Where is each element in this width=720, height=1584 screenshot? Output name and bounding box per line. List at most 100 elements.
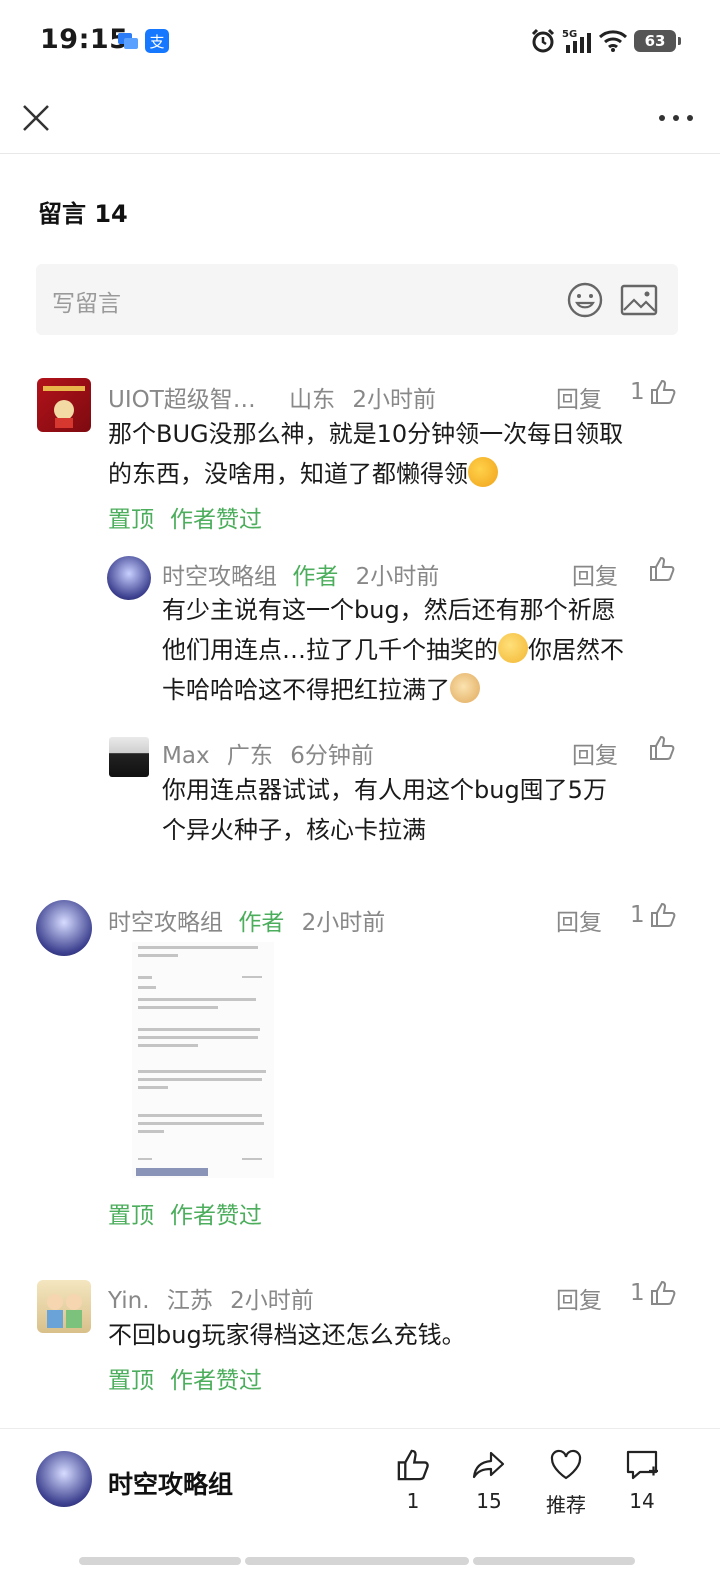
battery-icon: 63 <box>634 30 681 52</box>
account-name[interactable]: 时空攻略组 <box>108 1465 233 1501</box>
close-button[interactable] <box>18 100 54 136</box>
reply-text: 有少主说有这一个bug，然后还有那个祈愿 他们用连点…拉了几千个抽奖的 你居然不 … <box>162 590 692 710</box>
reply-button[interactable]: 回复 <box>572 557 618 591</box>
like-count: 1 <box>630 379 645 405</box>
avatar[interactable] <box>37 378 91 432</box>
signal-5g-icon: 5G <box>562 29 591 53</box>
message-app-icon <box>116 29 140 53</box>
home-indicator-left[interactable] <box>79 1557 241 1565</box>
pinned-tag: 置顶 <box>108 1203 154 1229</box>
reply-meta: 时空攻略组 作者 2小时前 <box>162 557 439 591</box>
home-indicator-middle[interactable] <box>245 1557 469 1565</box>
comment-username[interactable]: 时空攻略组 <box>108 910 223 936</box>
pinned-tag: 置顶 <box>108 1368 154 1394</box>
comment-text: 那个BUG没那么神，就是10分钟领一次每日领取 的东西，没啥用，知道了都懒得领 <box>108 414 688 494</box>
reply-button[interactable]: 回复 <box>556 1281 602 1315</box>
wifi-icon <box>598 30 628 52</box>
like-button[interactable] <box>648 734 676 762</box>
reply-button[interactable]: 回复 <box>556 903 602 937</box>
status-indicators: 5G 63 <box>530 26 681 56</box>
status-bar: 19:15 支 5G 63 <box>0 0 720 80</box>
image-button[interactable] <box>620 283 658 317</box>
comment-tags: 置顶 作者赞过 <box>108 1196 262 1230</box>
comment-text: 不回bug玩家得档这还怎么充钱。 <box>108 1315 688 1355</box>
heart-icon <box>550 1449 582 1480</box>
comment-tags: 置顶 作者赞过 <box>108 500 262 534</box>
share-button[interactable]: 15 <box>459 1447 519 1513</box>
comment-add-icon <box>626 1450 658 1480</box>
reply-button[interactable]: 回复 <box>572 736 618 770</box>
comment-text-line: 不回bug玩家得档这还怎么充钱。 <box>108 1321 466 1349</box>
battery-level: 63 <box>644 32 666 50</box>
like-button[interactable]: 1 <box>630 1279 677 1307</box>
comment-meta: 时空攻略组 作者 2小时前 <box>108 903 385 937</box>
avatar[interactable] <box>37 1280 91 1333</box>
reply-text-line: 你居然不 <box>528 636 624 664</box>
like-button[interactable] <box>648 555 676 583</box>
account-avatar[interactable] <box>36 1451 92 1507</box>
recommend-label: 推荐 <box>546 1493 586 1517</box>
comment-text-line: 那个BUG没那么神，就是10分钟领一次每日领取 <box>108 420 624 448</box>
author-liked-tag: 作者赞过 <box>170 1203 262 1229</box>
reply-meta: Max 广东 6分钟前 <box>162 736 374 770</box>
comment-button[interactable]: 14 <box>612 1447 672 1513</box>
alipay-icon: 支 <box>145 29 169 53</box>
emoji-icon <box>567 282 603 318</box>
share-count: 15 <box>476 1489 502 1513</box>
doge-emoji-icon <box>450 673 480 703</box>
comment-image-screenshot[interactable] <box>132 942 274 1178</box>
share-icon <box>472 1451 505 1479</box>
thumbs-up-icon <box>397 1449 429 1481</box>
reply-time: 2小时前 <box>355 564 440 590</box>
thumbs-up-icon <box>650 902 676 927</box>
like-count: 1 <box>406 1489 420 1513</box>
like-count: 1 <box>630 902 645 928</box>
emoji-button[interactable] <box>566 281 604 319</box>
reply-button[interactable]: 回复 <box>556 380 602 414</box>
reply-text-line: 你用连点器试试，有人用这个bug囤了5万 <box>162 776 607 804</box>
comment-meta: UIOT超级智… 山东 2小时前 <box>108 380 436 414</box>
reply-text-line: 卡哈哈哈这不得把红拉满了 <box>162 676 450 704</box>
comment-tags: 置顶 作者赞过 <box>108 1361 262 1395</box>
close-icon <box>23 105 49 131</box>
like-article-button[interactable]: 1 <box>383 1447 443 1513</box>
thumbs-up-icon <box>650 735 675 760</box>
avatar[interactable] <box>109 737 149 777</box>
more-button[interactable] <box>656 102 696 134</box>
author-liked-tag: 作者赞过 <box>170 507 262 533</box>
avatar[interactable] <box>36 900 92 956</box>
recommend-button[interactable]: 推荐 <box>536 1447 596 1518</box>
like-button[interactable]: 1 <box>630 378 677 406</box>
comment-time: 2小时前 <box>352 387 437 413</box>
top-bar <box>0 80 720 154</box>
bottom-action-bar: 时空攻略组 1 15 推荐 14 <box>0 1428 720 1558</box>
image-icon <box>620 284 658 316</box>
reply-location: 广东 <box>226 743 273 769</box>
reply-text: 你用连点器试试，有人用这个bug囤了5万 个异火种子，核心卡拉满 <box>162 770 692 850</box>
reply-username[interactable]: Max <box>162 743 210 769</box>
comment-username[interactable]: UIOT超级智… <box>108 387 256 413</box>
comment-count: 14 <box>629 1489 655 1513</box>
reply-username[interactable]: 时空攻略组 <box>162 564 277 590</box>
comment-location: 山东 <box>289 387 336 413</box>
more-dots-icon <box>659 115 693 121</box>
reply-text-line: 他们用连点…拉了几千个抽奖的 <box>162 636 498 664</box>
flushed-emoji-icon <box>498 633 528 663</box>
thumbs-up-icon <box>650 556 675 581</box>
author-liked-tag: 作者赞过 <box>170 1368 262 1394</box>
comment-location: 江苏 <box>166 1288 213 1314</box>
comment-meta: Yin. 江苏 2小时前 <box>108 1281 314 1315</box>
reply-time: 6分钟前 <box>290 743 374 769</box>
svg-text:5G: 5G <box>562 29 577 40</box>
write-comment-box[interactable]: 写留言 <box>36 264 678 335</box>
reply-text-line: 个异火种子，核心卡拉满 <box>162 816 426 844</box>
home-indicator-right[interactable] <box>473 1557 635 1565</box>
avatar[interactable] <box>107 556 151 600</box>
author-tag: 作者 <box>292 564 339 590</box>
alarm-icon <box>531 28 555 53</box>
thinking-emoji-icon <box>468 457 498 487</box>
like-count: 1 <box>630 1280 645 1306</box>
comment-username[interactable]: Yin. <box>108 1288 150 1314</box>
thumbs-up-icon <box>650 1280 676 1305</box>
like-button[interactable]: 1 <box>630 901 677 929</box>
